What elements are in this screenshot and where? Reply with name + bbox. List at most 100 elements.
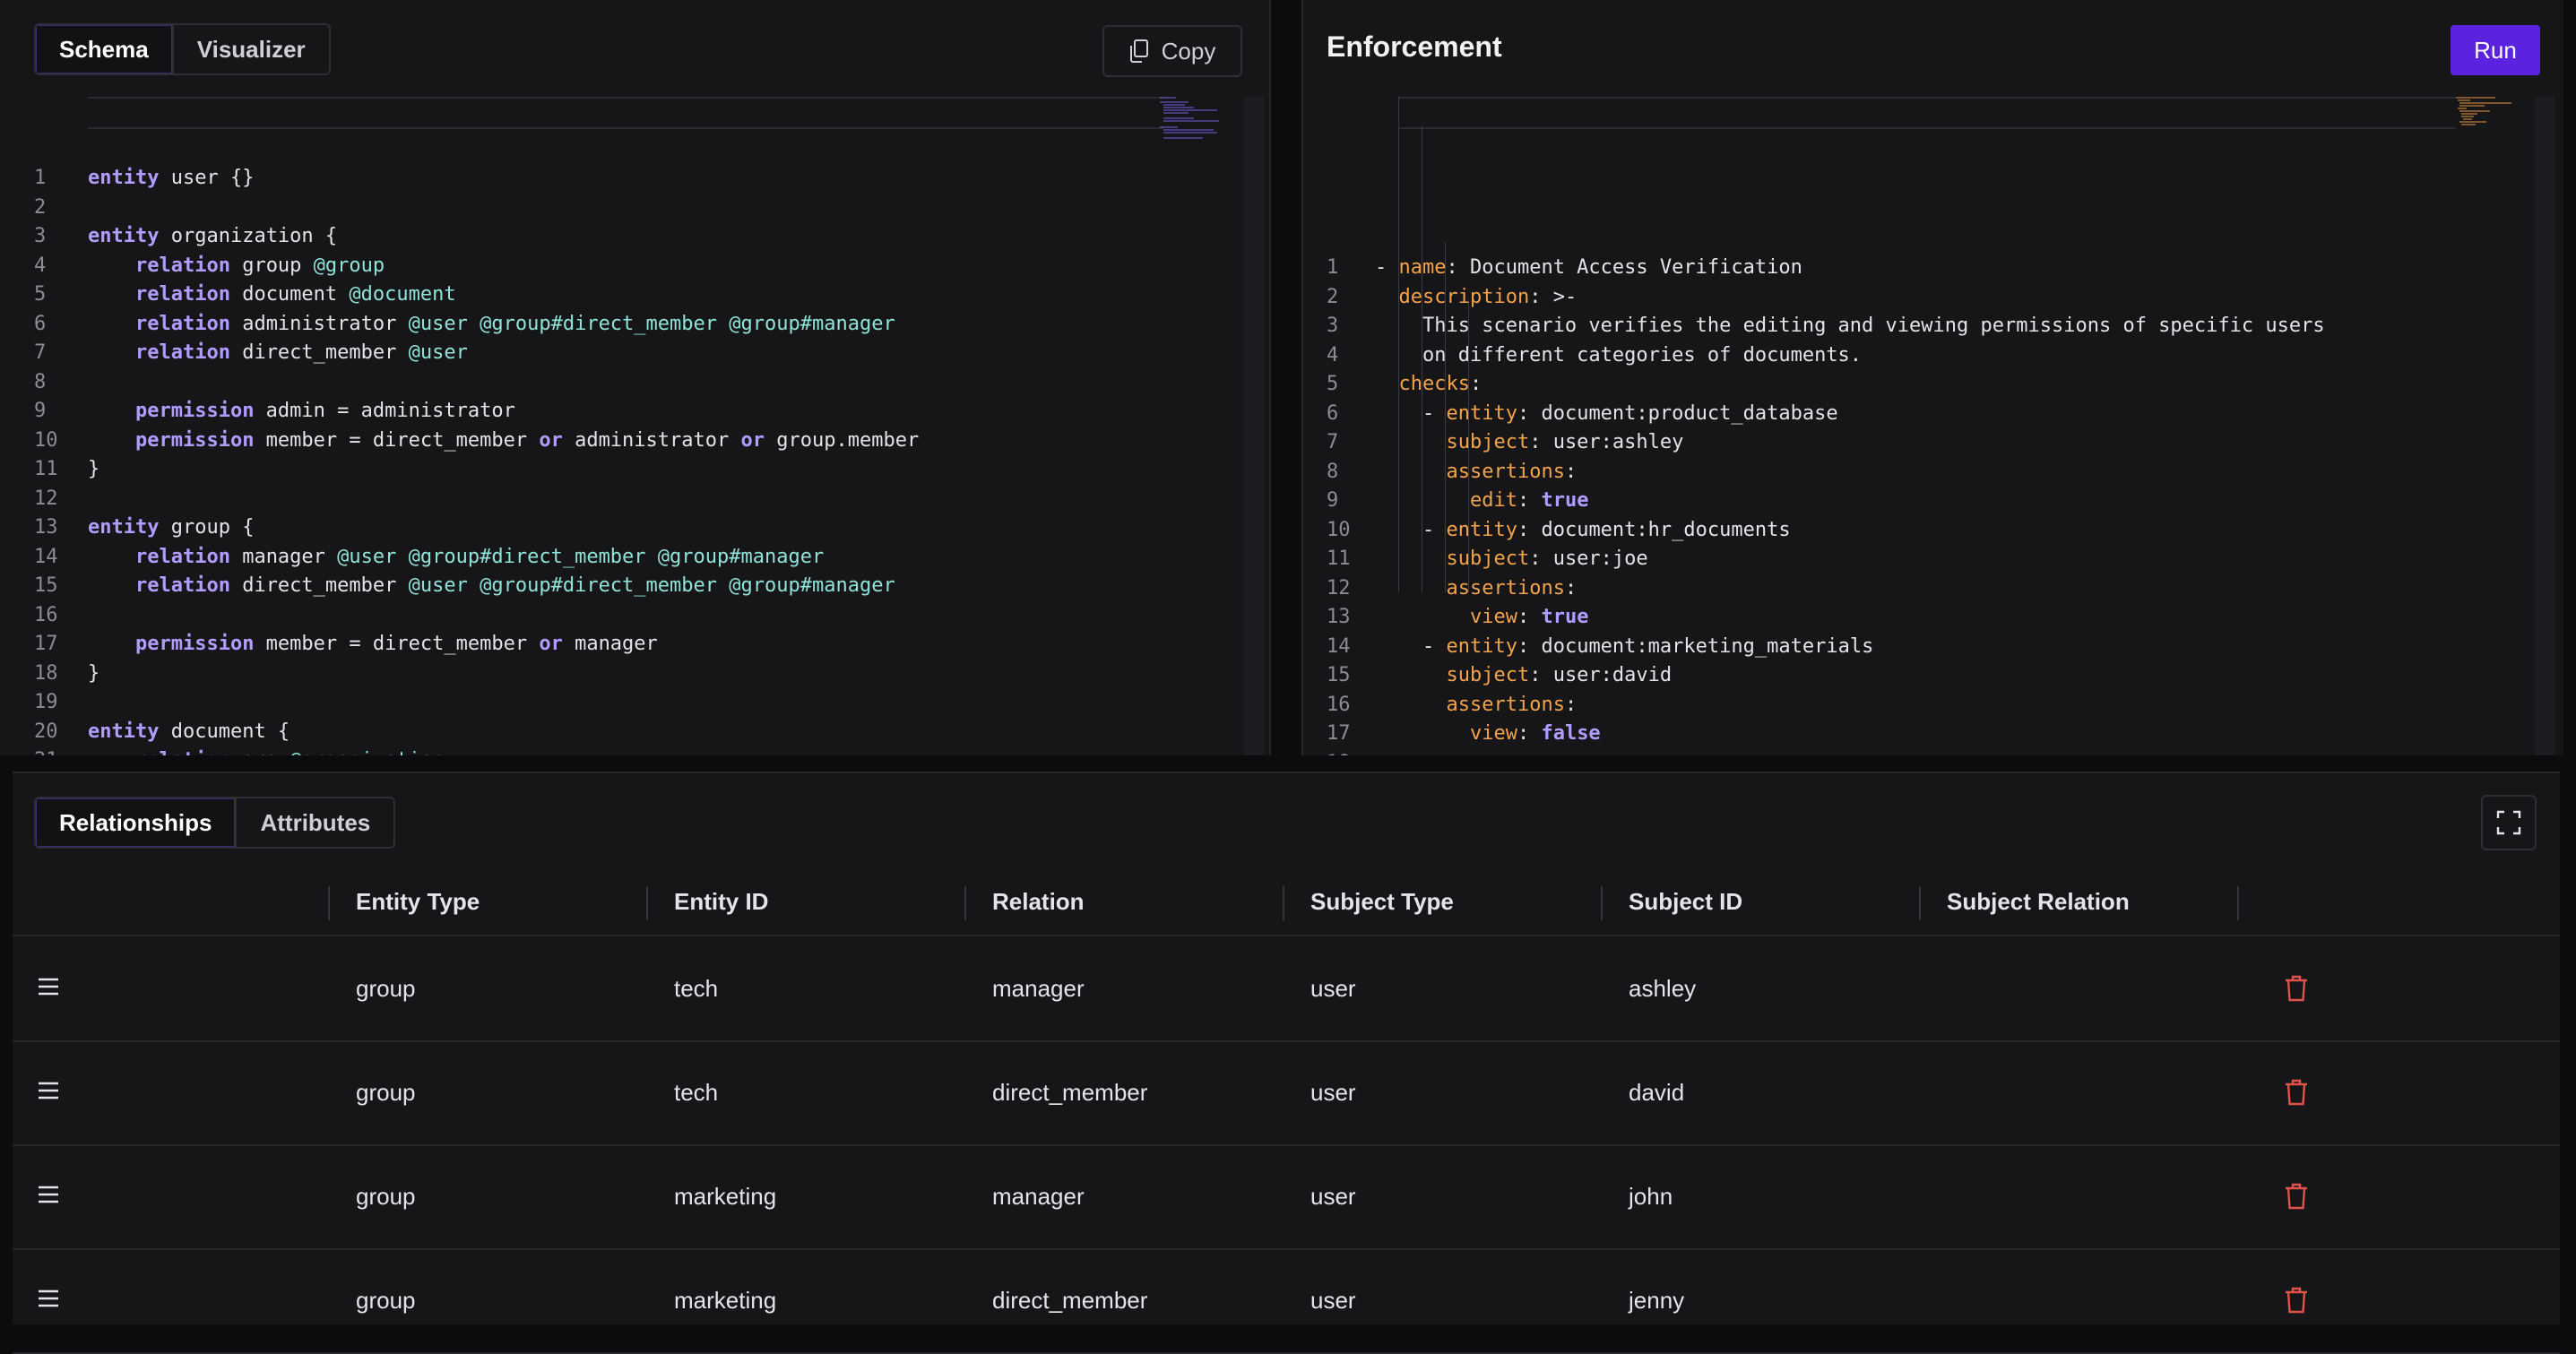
hamburger-menu-icon[interactable]	[38, 1080, 59, 1101]
cell-subject-type[interactable]: user	[1310, 1144, 1356, 1248]
schema-code-line[interactable]: 11}	[34, 455, 1244, 485]
schema-code-line[interactable]: 21 relation org @organization	[34, 746, 1244, 755]
column-separator	[646, 886, 648, 920]
cell-subject-type[interactable]: user	[1310, 936, 1356, 1040]
trash-icon[interactable]	[2284, 1182, 2309, 1211]
schema-scrollbar[interactable]	[1244, 97, 1264, 755]
schema-code-line[interactable]: 10 permission member = direct_member or …	[34, 427, 1244, 456]
code-text: relation group @group	[88, 252, 385, 281]
cell-subject-type[interactable]: user	[1310, 1248, 1356, 1352]
cell-entity-id[interactable]: marketing	[674, 1248, 776, 1352]
fullscreen-button[interactable]	[2481, 795, 2537, 850]
relationships-panel: Relationships Attributes Entity Type Ent…	[13, 772, 2560, 1354]
hamburger-menu-icon[interactable]	[38, 1184, 59, 1205]
cell-entity-id[interactable]: marketing	[674, 1144, 776, 1248]
code-token: direct_member	[229, 574, 409, 597]
code-text: relation administrator @user @group#dire…	[88, 310, 895, 340]
cell-entity-type[interactable]: group	[356, 1144, 416, 1248]
schema-code-line[interactable]: 8	[34, 368, 1244, 398]
table-row[interactable]: group tech direct_member user david	[13, 1040, 2560, 1146]
enforcement-code-line[interactable]: 11 subject: user:joe	[1327, 545, 2528, 574]
schema-code-line[interactable]: 15 relation direct_member @user @group#d…	[34, 572, 1244, 601]
schema-code-line[interactable]: 1 entity user {}	[34, 164, 1244, 194]
table-row[interactable]: group tech manager user ashley	[13, 936, 2560, 1042]
enforcement-code-editor[interactable]: 1- name: Document Access Verification 2 d…	[1327, 97, 2528, 755]
cell-relation[interactable]: manager	[992, 1144, 1085, 1248]
enforcement-code-line[interactable]: 10 - entity: document:hr_documents	[1327, 516, 2528, 546]
tab-visualizer[interactable]: Visualizer	[171, 25, 329, 73]
cell-entity-type[interactable]: group	[356, 1248, 416, 1352]
hamburger-menu-icon[interactable]	[38, 1288, 59, 1309]
line-number: 11	[1327, 548, 1351, 570]
cell-subject-id[interactable]: jenny	[1629, 1248, 1684, 1352]
trash-icon[interactable]	[2284, 1286, 2309, 1315]
column-header-subject-id[interactable]: Subject ID	[1629, 868, 1742, 935]
tab-relationships[interactable]: Relationships	[36, 798, 236, 847]
tab-attributes[interactable]: Attributes	[235, 798, 394, 847]
column-header-entity-id[interactable]: Entity ID	[674, 868, 768, 935]
cell-entity-type[interactable]: group	[356, 936, 416, 1040]
cell-subject-id[interactable]: ashley	[1629, 936, 1696, 1040]
enforcement-minimap[interactable]	[2454, 95, 2517, 131]
enforcement-code-line[interactable]: 14 - entity: document:marketing_material…	[1327, 633, 2528, 662]
column-header-entity-type[interactable]: Entity Type	[356, 868, 480, 935]
enforcement-code-line[interactable]: 12 assertions:	[1327, 574, 2528, 604]
enforcement-code-line[interactable]: 4 on different categories of documents.	[1327, 341, 2528, 371]
schema-code-line[interactable]: 12	[34, 485, 1244, 514]
schema-code-line[interactable]: 9 permission admin = administrator	[34, 397, 1244, 427]
schema-code-line[interactable]: 5 relation document @document	[34, 280, 1244, 310]
run-button[interactable]: Run	[2451, 25, 2540, 75]
cell-entity-id[interactable]: tech	[674, 936, 718, 1040]
table-row[interactable]: group marketing direct_member user jenny	[13, 1248, 2560, 1354]
schema-code-line[interactable]: 19	[34, 688, 1244, 718]
column-header-subject-relation[interactable]: Subject Relation	[1947, 868, 2130, 935]
cell-subject-type[interactable]: user	[1310, 1040, 1356, 1144]
table-row[interactable]: group marketing manager user john	[13, 1144, 2560, 1250]
schema-code-line[interactable]: 6 relation administrator @user @group#di…	[34, 310, 1244, 340]
schema-code-line[interactable]: 14 relation manager @user @group#direct_…	[34, 543, 1244, 573]
schema-code-line[interactable]: 4 relation group @group	[34, 252, 1244, 281]
code-token: :	[1517, 489, 1542, 512]
enforcement-code-line[interactable]: 18	[1327, 749, 2528, 756]
enforcement-code-line[interactable]: 5 checks:	[1327, 370, 2528, 400]
enforcement-code-line[interactable]: 6 - entity: document:product_database	[1327, 400, 2528, 429]
enforcement-code-line[interactable]: 13 view: true	[1327, 603, 2528, 633]
cell-subject-id[interactable]: john	[1629, 1144, 1673, 1248]
cell-relation[interactable]: direct_member	[992, 1040, 1147, 1144]
enforcement-code-line[interactable]: 15 subject: user:david	[1327, 661, 2528, 691]
enforcement-code-line[interactable]: 7 subject: user:ashley	[1327, 428, 2528, 458]
schema-code-line[interactable]: 16	[34, 601, 1244, 631]
schema-code-editor[interactable]: 1 entity user {} 2 3 entity organization {4 …	[34, 97, 1244, 755]
schema-code-line[interactable]: 18}	[34, 660, 1244, 689]
cell-entity-type[interactable]: group	[356, 1040, 416, 1144]
enforcement-code-line[interactable]: 17 view: false	[1327, 720, 2528, 749]
hamburger-menu-icon[interactable]	[38, 976, 59, 997]
enforcement-code-line[interactable]: 1 - name: Document Access Verification	[1327, 254, 2528, 283]
schema-minimap[interactable]	[1158, 95, 1221, 145]
cell-entity-id[interactable]: tech	[674, 1040, 718, 1144]
line-number: 12	[1327, 576, 1351, 599]
cell-relation[interactable]: direct_member	[992, 1248, 1147, 1352]
copy-button[interactable]: Copy	[1102, 25, 1242, 77]
schema-code-line[interactable]: 3 entity organization {	[34, 222, 1244, 252]
schema-code-line[interactable]: 20 entity document {	[34, 718, 1244, 747]
enforcement-code-line[interactable]: 9 edit: true	[1327, 487, 2528, 516]
trash-icon[interactable]	[2284, 974, 2309, 1003]
enforcement-scrollbar[interactable]	[2535, 97, 2554, 755]
tab-schema[interactable]: Schema	[36, 25, 172, 73]
trash-icon[interactable]	[2284, 1078, 2309, 1107]
enforcement-code-line[interactable]: 16 assertions:	[1327, 691, 2528, 720]
schema-code-line[interactable]: 17 permission member = direct_member or …	[34, 630, 1244, 660]
enforcement-code-line[interactable]: 3 This scenario verifies the editing and…	[1327, 312, 2528, 341]
schema-code-line[interactable]: 13 entity group {	[34, 513, 1244, 543]
schema-code-line[interactable]: 7 relation direct_member @user	[34, 339, 1244, 368]
schema-code-line[interactable]: 2	[34, 194, 1244, 223]
enforcement-code-line[interactable]: 2 description: >-	[1327, 283, 2528, 313]
cell-subject-id[interactable]: david	[1629, 1040, 1684, 1144]
column-header-subject-type[interactable]: Subject Type	[1310, 868, 1454, 935]
code-token: view	[1469, 606, 1517, 628]
cell-relation[interactable]: manager	[992, 936, 1085, 1040]
column-header-relation[interactable]: Relation	[992, 868, 1085, 935]
enforcement-code-line[interactable]: 8 assertions:	[1327, 458, 2528, 487]
